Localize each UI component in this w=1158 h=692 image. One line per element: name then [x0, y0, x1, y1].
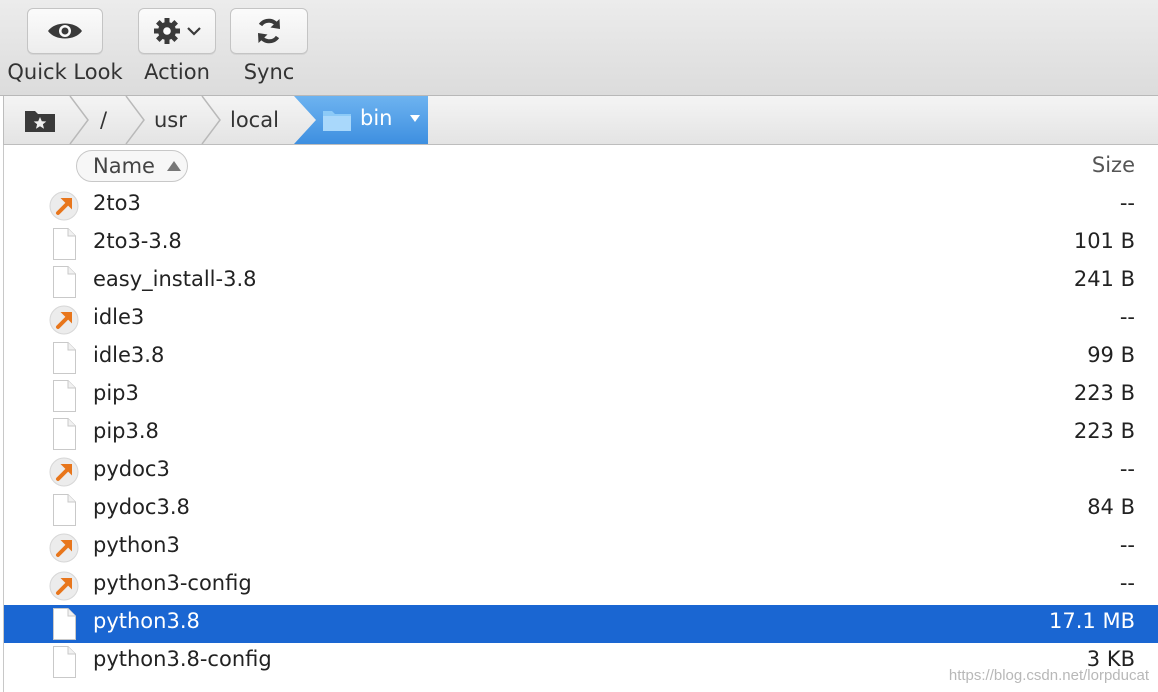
path-crumb-root[interactable]: /: [100, 96, 107, 144]
file-name: 2to3: [93, 191, 141, 215]
gear-icon: [154, 18, 180, 44]
path-separator: [69, 96, 89, 144]
file-row[interactable]: pip3 223 B: [4, 377, 1158, 415]
file-icon: [53, 418, 76, 450]
toolbar: Quick Look Action Sync: [0, 0, 1158, 96]
sync-label: Sync: [243, 60, 295, 84]
file-name: python3-config: [93, 571, 252, 595]
file-size: 84 B: [1087, 495, 1135, 519]
refresh-icon: [258, 18, 280, 44]
file-icon: [53, 608, 76, 640]
watermark: https://blog.csdn.net/lorpducat: [948, 667, 1149, 684]
document-icon: [48, 646, 80, 678]
name-column-header[interactable]: Name: [76, 150, 188, 182]
action-tool[interactable]: Action: [138, 8, 216, 84]
favorites-folder-icon: [25, 111, 55, 132]
file-size: 223 B: [1073, 381, 1135, 405]
alias-arrow-icon: [49, 571, 79, 601]
file-name: python3: [93, 533, 180, 557]
quick-look-button[interactable]: [27, 8, 103, 54]
size-column-header[interactable]: Size: [1092, 153, 1135, 177]
folder-icon: [323, 111, 351, 131]
sync-button[interactable]: [230, 8, 308, 54]
document-icon: [48, 608, 80, 640]
alias-arrow-icon: [49, 191, 79, 221]
file-row[interactable]: pydoc3 --: [4, 453, 1158, 491]
file-row[interactable]: easy_install-3.8 241 B: [4, 263, 1158, 301]
file-name: idle3: [93, 305, 145, 329]
column-header: Name Size: [4, 145, 1158, 187]
alias-arrow-icon: [49, 305, 79, 335]
file-row[interactable]: pip3.8 223 B: [4, 415, 1158, 453]
document-icon: [48, 418, 80, 450]
sync-tool[interactable]: Sync: [230, 8, 308, 84]
file-icon: [53, 646, 76, 678]
path-crumb-local[interactable]: local: [230, 96, 279, 144]
quick-look-label: Quick Look: [7, 60, 123, 84]
file-icon: [53, 266, 76, 298]
quick-look-tool[interactable]: Quick Look: [6, 8, 124, 84]
document-icon: [48, 342, 80, 374]
file-row[interactable]: python3 --: [4, 529, 1158, 567]
action-button[interactable]: [138, 8, 216, 54]
file-name: pip3: [93, 381, 139, 405]
file-size: --: [1119, 191, 1135, 215]
file-size: 241 B: [1073, 267, 1135, 291]
path-separator: [201, 96, 221, 144]
file-name: easy_install-3.8: [93, 267, 257, 291]
file-icon: [53, 228, 76, 260]
file-row[interactable]: python3-config --: [4, 567, 1158, 605]
file-row[interactable]: pydoc3.8 84 B: [4, 491, 1158, 529]
current-folder-label: bin: [360, 106, 393, 130]
file-name: pip3.8: [93, 419, 159, 443]
file-row[interactable]: python3.8 17.1 MB: [4, 605, 1158, 643]
file-icon: [53, 380, 76, 412]
file-list: Name Size 2to3 -- 2to3-3.8 101 B easy_instal…: [3, 145, 1158, 692]
sort-ascending-icon: [166, 161, 181, 171]
file-size: --: [1119, 533, 1135, 557]
file-icon: [53, 494, 76, 526]
favorites-crumb[interactable]: [24, 96, 56, 144]
eye-icon: [48, 23, 82, 39]
name-column-label: Name: [93, 154, 155, 178]
document-icon: [48, 228, 80, 260]
file-name: pydoc3.8: [93, 495, 190, 519]
alias-arrow-icon: [49, 457, 79, 487]
file-row[interactable]: 2to3 --: [4, 187, 1158, 225]
alias-icon: [48, 304, 80, 336]
alias-icon: [48, 532, 80, 564]
alias-icon: [48, 190, 80, 222]
file-name: python3.8: [93, 609, 200, 633]
document-icon: [48, 494, 80, 526]
document-icon: [48, 380, 80, 412]
file-icon: [53, 342, 76, 374]
alias-icon: [48, 456, 80, 488]
file-name: python3.8-config: [93, 647, 272, 671]
document-icon: [48, 266, 80, 298]
file-row[interactable]: idle3 --: [4, 301, 1158, 339]
caret-down-icon[interactable]: [410, 115, 420, 123]
path-bar: / usr local bin: [3, 96, 1158, 145]
file-size: 223 B: [1073, 419, 1135, 443]
path-separator: [125, 96, 145, 144]
file-size: --: [1119, 457, 1135, 481]
file-name: 2to3-3.8: [93, 229, 182, 253]
path-crumb-usr[interactable]: usr: [154, 96, 187, 144]
chevron-down-icon: [187, 27, 201, 36]
file-name: idle3.8: [93, 343, 165, 367]
file-size: --: [1119, 305, 1135, 329]
file-name: pydoc3: [93, 457, 170, 481]
file-size: --: [1119, 571, 1135, 595]
file-row[interactable]: idle3.8 99 B: [4, 339, 1158, 377]
action-label: Action: [144, 60, 210, 84]
path-crumb-current[interactable]: bin: [294, 96, 428, 144]
alias-arrow-icon: [49, 533, 79, 563]
file-row[interactable]: 2to3-3.8 101 B: [4, 225, 1158, 263]
file-size: 101 B: [1073, 229, 1135, 253]
file-size: 17.1 MB: [1049, 609, 1135, 633]
file-size: 99 B: [1087, 343, 1135, 367]
alias-icon: [48, 570, 80, 602]
